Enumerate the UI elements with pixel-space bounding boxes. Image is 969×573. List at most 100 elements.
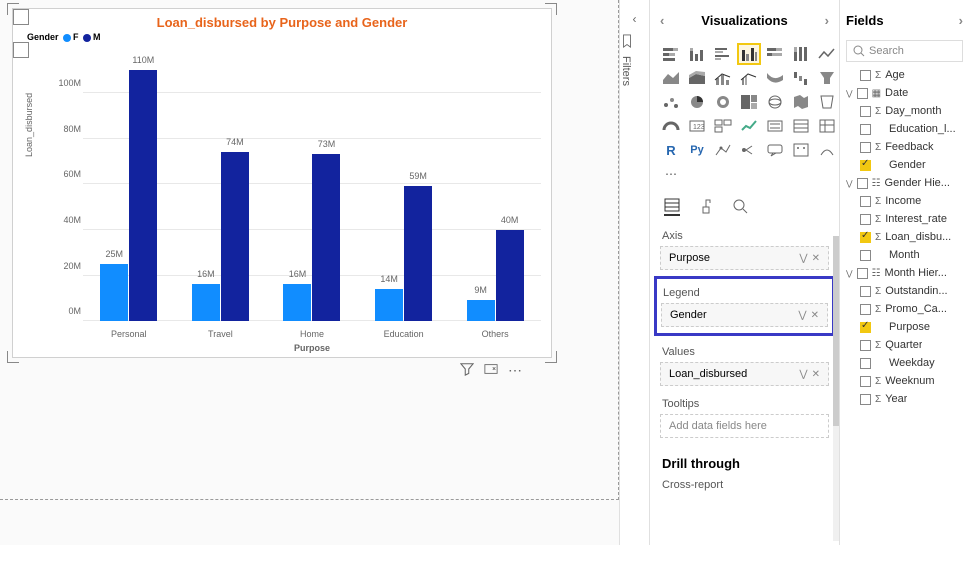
qa-visual-icon[interactable] — [764, 140, 786, 160]
field-item[interactable]: ⋁☷Gender Hie... — [846, 174, 963, 192]
collapse-viz-icon[interactable]: ‹ — [660, 13, 664, 28]
bar[interactable]: 25M — [100, 264, 128, 321]
stacked-area-icon[interactable] — [686, 68, 708, 88]
field-checkbox[interactable] — [860, 340, 871, 351]
kpi-icon[interactable] — [738, 116, 760, 136]
narrative-icon[interactable] — [790, 140, 812, 160]
report-canvas[interactable]: Loan_disbursed by Purpose and Gender Gen… — [0, 0, 619, 545]
bar[interactable]: 9M — [467, 300, 495, 321]
focus-mode-icon[interactable] — [484, 362, 498, 573]
chevron-down-icon[interactable]: ⋁ — [799, 369, 807, 380]
r-visual-icon[interactable]: R — [660, 140, 682, 160]
donut-icon[interactable] — [712, 92, 734, 112]
line-chart-icon[interactable] — [816, 44, 838, 64]
pie-icon[interactable] — [686, 92, 708, 112]
field-item[interactable]: Month — [846, 246, 963, 264]
line-column-icon[interactable] — [712, 68, 734, 88]
field-checkbox[interactable] — [860, 358, 871, 369]
field-item[interactable]: ΣYear — [846, 390, 963, 408]
shape-map-icon[interactable] — [816, 92, 838, 112]
more-visuals-icon[interactable]: ⋯ — [660, 164, 682, 184]
chart-visual[interactable]: Loan_disbursed by Purpose and Gender Gen… — [12, 8, 552, 358]
field-item[interactable]: Education_l... — [846, 120, 963, 138]
python-visual-icon[interactable]: Py — [686, 140, 708, 160]
bar[interactable]: 73M — [312, 154, 340, 321]
key-influencers-icon[interactable] — [712, 140, 734, 160]
chevron-down-icon[interactable]: ⋁ — [846, 89, 853, 98]
field-checkbox[interactable] — [860, 250, 871, 261]
stacked-column-icon[interactable] — [686, 44, 708, 64]
bar[interactable]: 110M — [129, 70, 157, 321]
field-item[interactable]: ΣIncome — [846, 192, 963, 210]
remove-icon[interactable]: ✕ — [812, 253, 820, 264]
area-chart-icon[interactable] — [660, 68, 682, 88]
scatter-icon[interactable] — [660, 92, 682, 112]
field-item[interactable]: Weekday — [846, 354, 963, 372]
stacked-bar-icon[interactable] — [660, 44, 682, 64]
clustered-column-icon[interactable] — [738, 44, 760, 64]
filled-map-icon[interactable] — [790, 92, 812, 112]
analytics-tab-icon[interactable] — [732, 198, 748, 216]
format-tab-icon[interactable] — [698, 198, 714, 216]
remove-icon[interactable]: ✕ — [811, 310, 819, 321]
field-checkbox[interactable] — [860, 232, 871, 243]
slicer-icon[interactable] — [764, 116, 786, 136]
field-item[interactable]: ΣPromo_Ca... — [846, 300, 963, 318]
field-checkbox[interactable] — [860, 160, 871, 171]
ribbon-chart-icon[interactable] — [764, 68, 786, 88]
field-checkbox[interactable] — [860, 142, 871, 153]
stacked100-bar-icon[interactable] — [764, 44, 786, 64]
tooltips-well[interactable]: Add data fields here — [660, 414, 829, 438]
waterfall-icon[interactable] — [790, 68, 812, 88]
decomposition-icon[interactable] — [738, 140, 760, 160]
filter-icon[interactable] — [460, 362, 474, 573]
values-well[interactable]: Loan_disbursed ⋁✕ — [660, 362, 829, 386]
bar[interactable]: 14M — [375, 289, 403, 321]
resize-handle[interactable] — [7, 3, 19, 15]
field-checkbox[interactable] — [860, 394, 871, 405]
scrollbar[interactable] — [833, 236, 839, 541]
field-item[interactable]: ΣWeeknum — [846, 372, 963, 390]
bar[interactable]: 74M — [221, 152, 249, 321]
clustered-bar-icon[interactable] — [712, 44, 734, 64]
resize-handle[interactable] — [7, 351, 19, 363]
fields-tab-icon[interactable] — [664, 198, 680, 216]
axis-well[interactable]: Purpose ⋁✕ — [660, 246, 829, 270]
card-icon[interactable]: 123 — [686, 116, 708, 136]
field-checkbox[interactable] — [860, 196, 871, 207]
paginated-icon[interactable] — [816, 140, 838, 160]
field-checkbox[interactable] — [860, 322, 871, 333]
field-checkbox[interactable] — [860, 286, 871, 297]
filters-pane-collapsed[interactable]: ‹ Filters — [619, 0, 649, 545]
search-input[interactable]: Search — [846, 40, 963, 62]
bar[interactable]: 40M — [496, 230, 524, 321]
field-checkbox[interactable] — [860, 376, 871, 387]
field-item[interactable]: ΣDay_month — [846, 102, 963, 120]
line-clustered-icon[interactable] — [738, 68, 760, 88]
stacked100-column-icon[interactable] — [790, 44, 812, 64]
remove-icon[interactable]: ✕ — [812, 369, 820, 380]
field-checkbox[interactable] — [860, 70, 871, 81]
field-checkbox[interactable] — [860, 304, 871, 315]
map-icon[interactable] — [764, 92, 786, 112]
field-checkbox[interactable] — [860, 214, 871, 225]
treemap-icon[interactable] — [738, 92, 760, 112]
field-item[interactable]: ΣFeedback — [846, 138, 963, 156]
chevron-down-icon[interactable]: ⋁ — [798, 310, 806, 321]
bookmark-icon[interactable] — [620, 34, 649, 48]
bar[interactable]: 16M — [283, 284, 311, 321]
legend-well[interactable]: Gender ⋁✕ — [661, 303, 828, 327]
field-item[interactable]: ΣOutstandin... — [846, 282, 963, 300]
matrix-icon[interactable] — [816, 116, 838, 136]
field-item[interactable]: Gender — [846, 156, 963, 174]
field-checkbox[interactable] — [857, 268, 868, 279]
field-checkbox[interactable] — [860, 124, 871, 135]
field-item[interactable]: ΣInterest_rate — [846, 210, 963, 228]
resize-handle[interactable] — [545, 3, 557, 15]
funnel-icon[interactable] — [816, 68, 838, 88]
chevron-down-icon[interactable]: ⋁ — [846, 179, 853, 188]
gauge-icon[interactable] — [660, 116, 682, 136]
field-item[interactable]: Purpose — [846, 318, 963, 336]
field-checkbox[interactable] — [857, 178, 868, 189]
field-checkbox[interactable] — [860, 106, 871, 117]
